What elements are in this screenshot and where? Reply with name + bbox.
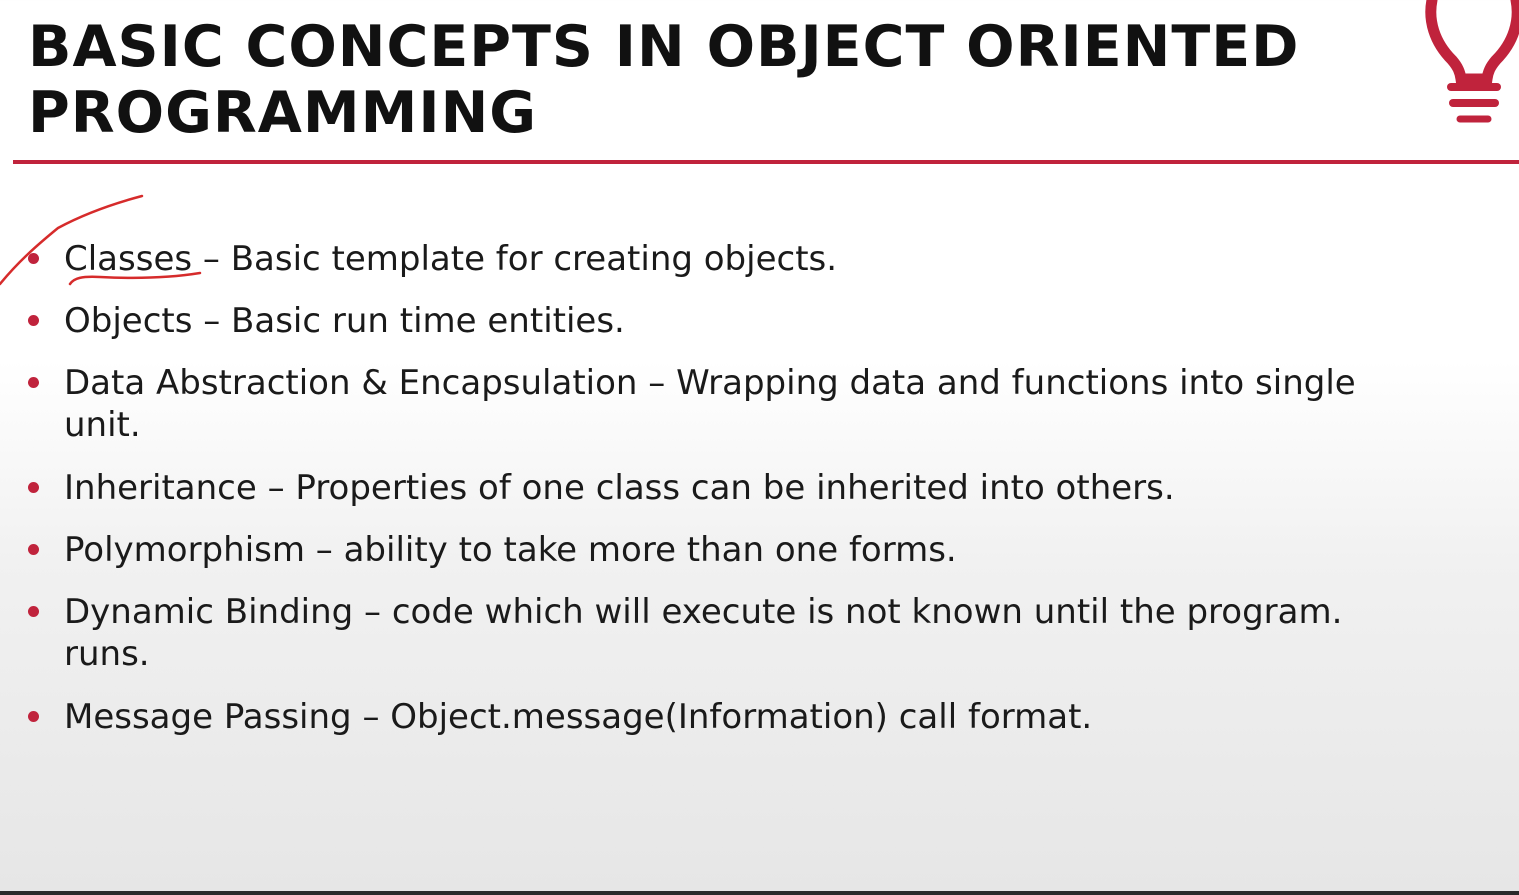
bullet-dot [28, 711, 39, 722]
bullet-text: Dynamic Binding – code which will execut… [64, 592, 1343, 674]
bottom-edge [0, 891, 1519, 895]
bullet-text: Objects – Basic run time entities. [64, 301, 625, 341]
bullet-text: Message Passing – Object.message(Informa… [64, 697, 1093, 737]
list-item-message-passing: Message Passing – Object.message(Informa… [25, 696, 1465, 738]
bullet-dot [28, 253, 39, 264]
list-item-data-abstraction: Data Abstraction & Encapsulation – Wrapp… [25, 362, 1465, 446]
slide: BASIC CONCEPTS IN OBJECT ORIENTED PROGRA… [0, 0, 1519, 895]
bullet-dot [28, 544, 39, 555]
concept-list: Classes – Basic template for creating ob… [0, 0, 1519, 895]
list-item-dynamic-binding: Dynamic Binding – code which will execut… [25, 591, 1465, 675]
bullet-dot [28, 606, 39, 617]
bullet-dot [28, 377, 39, 388]
bullet-text: Polymorphism – ability to take more than… [64, 530, 957, 570]
bullet-text: Classes – Basic template for creating ob… [64, 239, 838, 279]
bullet-text: Inheritance – Properties of one class ca… [64, 468, 1175, 508]
list-item-objects: Objects – Basic run time entities. [25, 300, 1465, 342]
list-item-classes: Classes – Basic template for creating ob… [25, 238, 1465, 280]
list-item-inheritance: Inheritance – Properties of one class ca… [25, 467, 1465, 509]
bullet-dot [28, 315, 39, 326]
bullet-text: Data Abstraction & Encapsulation – Wrapp… [64, 363, 1356, 445]
list-item-polymorphism: Polymorphism – ability to take more than… [25, 529, 1465, 571]
bullet-dot [28, 482, 39, 493]
